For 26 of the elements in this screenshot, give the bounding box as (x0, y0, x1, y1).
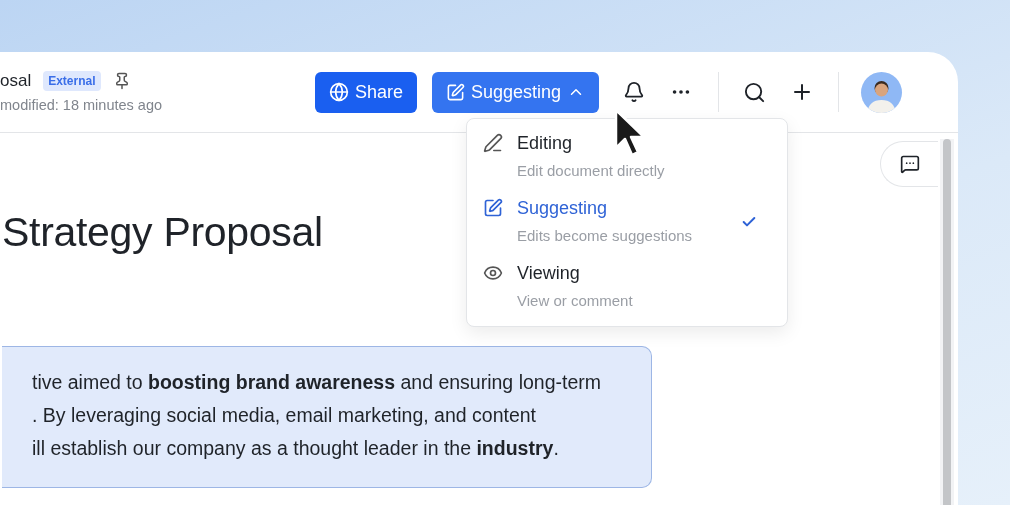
mode-menu-item[interactable]: Suggesting Edits become suggestions (467, 190, 787, 255)
mode-menu-item[interactable]: Editing Edit document directly (467, 125, 787, 190)
external-badge: External (43, 71, 101, 91)
user-avatar[interactable] (861, 71, 903, 113)
modified-time: modified: 18 minutes ago (0, 97, 163, 113)
mode-description: Edits become suggestions (517, 227, 694, 244)
paragraph-line: tive aimed to boosting brand awareness and ensuring long-term (32, 371, 602, 394)
paragraph-line: . By leveraging social media, email marketing, and content (32, 404, 537, 427)
paragraph-line: ill establish our company as a thought leader in the industry. (32, 437, 560, 460)
share-button[interactable]: Share (315, 71, 418, 113)
mode-button[interactable]: Suggesting (432, 71, 600, 113)
search-icon[interactable] (743, 80, 767, 104)
comment-icon (899, 154, 920, 174)
document-heading: Strategy Proposal (2, 209, 323, 256)
scrollbar[interactable] (940, 139, 954, 505)
eye-icon (483, 263, 503, 283)
pen-square-icon (446, 82, 466, 102)
mode-description: Edit document directly (517, 162, 666, 179)
mode-menu-item[interactable]: Viewing View or comment (467, 255, 787, 320)
pen-icon (483, 133, 503, 153)
globe-icon (329, 82, 349, 102)
pen-square-icon (483, 198, 503, 218)
mode-description: View or comment (517, 292, 634, 309)
comment-button[interactable] (880, 141, 938, 187)
document-title: osal (0, 71, 32, 91)
notification-icon[interactable] (623, 81, 646, 103)
